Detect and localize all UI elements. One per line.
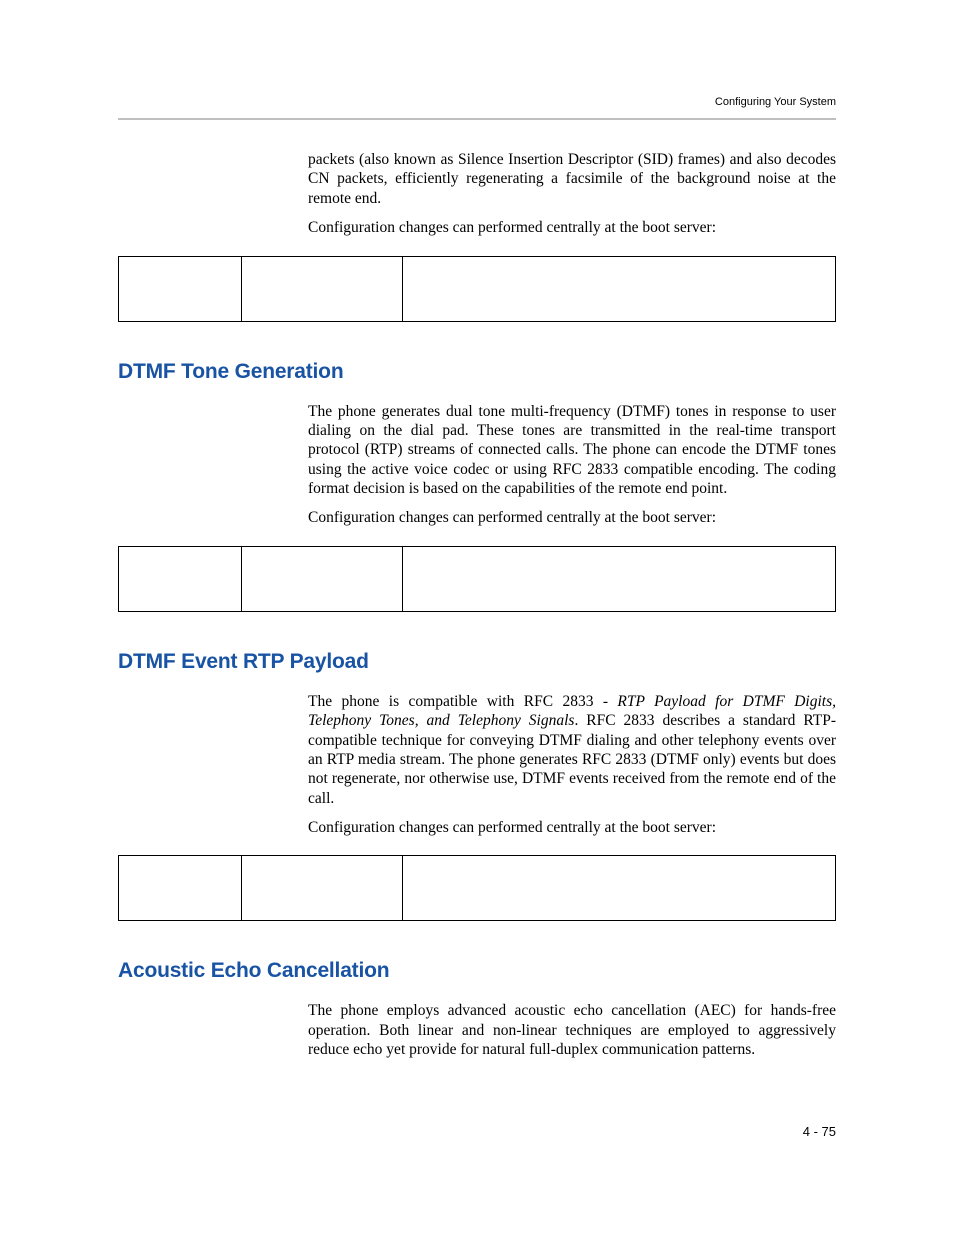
heading-dtmf-event-rtp-payload: DTMF Event RTP Payload bbox=[118, 650, 836, 674]
section2-block: The phone is compatible with RFC 2833 - … bbox=[308, 692, 836, 838]
section1-paragraph-2: Configuration changes can performed cent… bbox=[308, 508, 836, 527]
text-run: The phone is compatible with RFC 2833 - bbox=[308, 693, 617, 710]
section3-paragraph-1: The phone employs advanced acoustic echo… bbox=[308, 1001, 836, 1059]
section3-block: The phone employs advanced acoustic echo… bbox=[308, 1001, 836, 1059]
heading-acoustic-echo-cancellation: Acoustic Echo Cancellation bbox=[118, 959, 836, 983]
header-rule bbox=[118, 118, 836, 120]
section2-paragraph-1: The phone is compatible with RFC 2833 - … bbox=[308, 692, 836, 808]
table-cell bbox=[242, 856, 403, 921]
table-cell bbox=[119, 856, 242, 921]
page-number: 4 - 75 bbox=[803, 1124, 836, 1139]
section1-paragraph-1: The phone generates dual tone multi-freq… bbox=[308, 402, 836, 499]
table-row bbox=[119, 256, 836, 321]
table-cell bbox=[242, 546, 403, 611]
intro-paragraph-1: packets (also known as Silence Insertion… bbox=[308, 150, 836, 208]
heading-dtmf-tone-generation: DTMF Tone Generation bbox=[118, 360, 836, 384]
config-table-2 bbox=[118, 546, 836, 612]
section1-block: The phone generates dual tone multi-freq… bbox=[308, 402, 836, 528]
page-content: packets (also known as Silence Insertion… bbox=[118, 150, 836, 1070]
table-cell bbox=[403, 546, 836, 611]
table-row bbox=[119, 546, 836, 611]
intro-paragraph-2: Configuration changes can performed cent… bbox=[308, 218, 836, 237]
table-cell bbox=[119, 256, 242, 321]
page: Configuring Your System packets (also kn… bbox=[0, 0, 954, 1235]
table-cell bbox=[403, 856, 836, 921]
intro-block: packets (also known as Silence Insertion… bbox=[308, 150, 836, 238]
config-table-1 bbox=[118, 256, 836, 322]
table-row bbox=[119, 856, 836, 921]
section2-paragraph-2: Configuration changes can performed cent… bbox=[308, 818, 836, 837]
config-table-3 bbox=[118, 855, 836, 921]
table-cell bbox=[242, 256, 403, 321]
table-cell bbox=[119, 546, 242, 611]
table-cell bbox=[403, 256, 836, 321]
running-header: Configuring Your System bbox=[715, 96, 836, 108]
